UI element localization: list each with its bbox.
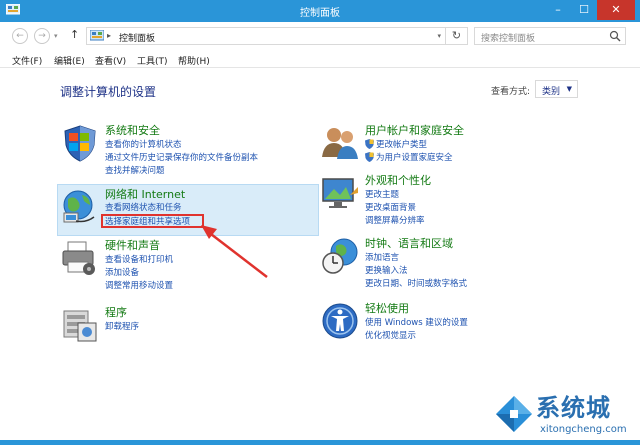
- close-button[interactable]: ✕: [597, 0, 635, 20]
- watermark-url: xitongcheng.com: [540, 424, 627, 435]
- recent-pages-dropdown[interactable]: ▾: [54, 32, 58, 40]
- category-ease-of-access: 轻松使用 使用 Windows 建议的设置 优化视觉显示: [320, 301, 580, 345]
- programs-icon: [63, 310, 97, 342]
- address-dropdown[interactable]: ▾: [437, 32, 441, 40]
- link-file-history-backup[interactable]: 通过文件历史记录保存你的文件备份副本: [105, 151, 258, 163]
- uac-shield-icon: [365, 152, 374, 162]
- refresh-button[interactable]: ↻: [446, 27, 468, 45]
- link-optimize-visual-display[interactable]: 优化视觉显示: [365, 329, 416, 341]
- category-clock-language-region: 时钟、语言和区域 添加语言 更换输入法 更改日期、时间或数字格式: [320, 236, 580, 292]
- category-heading-appearance[interactable]: 外观和个性化: [365, 172, 431, 188]
- page-title: 调整计算机的设置: [60, 85, 157, 99]
- category-heading-network-internet[interactable]: 网络和 Internet: [105, 186, 185, 202]
- printer-icon: [62, 241, 95, 275]
- minimize-button[interactable]: –: [545, 0, 571, 20]
- search-icon[interactable]: [609, 30, 621, 42]
- menu-bar: 文件(F) 编辑(E) 查看(V) 工具(T) 帮助(H): [0, 50, 640, 68]
- category-heading-ease-of-access[interactable]: 轻松使用: [365, 300, 409, 316]
- category-user-accounts: 用户帐户和家庭安全 更改帐户类型 为用户设置家庭安全: [320, 123, 580, 167]
- up-button[interactable]: ↑: [70, 28, 79, 41]
- category-system-security: 系统和安全 查看你的计算机状态 通过文件历史记录保存你的文件备份副本 查找并解决…: [60, 123, 310, 179]
- link-recommended-settings[interactable]: 使用 Windows 建议的设置: [365, 316, 468, 328]
- bottom-bar: [0, 440, 640, 445]
- link-add-device[interactable]: 添加设备: [105, 266, 139, 278]
- link-troubleshoot[interactable]: 查找并解决问题: [105, 164, 165, 176]
- breadcrumb-control-panel[interactable]: 控制面板: [119, 31, 155, 44]
- link-change-date-time-format[interactable]: 更改日期、时间或数字格式: [365, 277, 467, 289]
- link-view-computer-status[interactable]: 查看你的计算机状态: [105, 138, 182, 150]
- link-screen-resolution[interactable]: 调整屏幕分辨率: [365, 214, 425, 226]
- link-family-safety[interactable]: 为用户设置家庭安全: [376, 151, 453, 163]
- users-icon: [322, 128, 358, 159]
- breadcrumb-separator[interactable]: ▸: [107, 31, 111, 40]
- appearance-icon: [322, 178, 358, 208]
- category-heading-hardware-sound[interactable]: 硬件和声音: [105, 237, 160, 253]
- forward-button[interactable]: →: [34, 28, 50, 44]
- watermark-logo-icon: [496, 396, 532, 432]
- search-placeholder: 搜索控制面板: [481, 34, 536, 44]
- category-heading-clock-language-region[interactable]: 时钟、语言和区域: [365, 235, 453, 251]
- menu-edit[interactable]: 编辑(E): [54, 54, 85, 67]
- watermark: 系统城 xitongcheng.com: [490, 384, 640, 445]
- uac-shield-icon: [365, 139, 374, 149]
- link-view-network-status[interactable]: 查看网络状态和任务: [105, 201, 182, 213]
- window-title: 控制面板: [300, 8, 340, 19]
- link-uninstall-program[interactable]: 卸载程序: [105, 320, 139, 332]
- link-add-language[interactable]: 添加语言: [365, 251, 399, 263]
- link-change-background[interactable]: 更改桌面背景: [365, 201, 416, 213]
- annotation-red-box: [101, 214, 204, 228]
- menu-tools[interactable]: 工具(T): [137, 54, 168, 67]
- maximize-button[interactable]: ☐: [571, 0, 597, 20]
- view-by-label: 查看方式:: [491, 87, 531, 97]
- menu-file[interactable]: 文件(F): [12, 54, 42, 67]
- category-heading-programs[interactable]: 程序: [105, 304, 127, 320]
- link-mobility-settings[interactable]: 调整常用移动设置: [105, 279, 173, 291]
- link-devices-printers[interactable]: 查看设备和打印机: [105, 253, 173, 265]
- title-bar: 控制面板 – ☐ ✕: [0, 0, 640, 22]
- chevron-down-icon: ▼: [566, 85, 572, 93]
- link-change-input-method[interactable]: 更换输入法: [365, 264, 408, 276]
- search-input[interactable]: 搜索控制面板: [474, 27, 626, 45]
- menu-view[interactable]: 查看(V): [95, 54, 126, 67]
- link-change-theme[interactable]: 更改主题: [365, 188, 399, 200]
- clock-globe-icon: [322, 238, 358, 274]
- category-appearance: 外观和个性化 更改主题 更改桌面背景 调整屏幕分辨率: [320, 173, 580, 229]
- shield-flag-icon: [64, 125, 96, 162]
- control-panel-icon: [90, 30, 104, 41]
- view-by-dropdown[interactable]: 类别 ▼: [535, 80, 578, 98]
- category-heading-user-accounts[interactable]: 用户帐户和家庭安全: [365, 122, 464, 138]
- network-globe-icon: [63, 190, 95, 223]
- category-hardware-sound: 硬件和声音 查看设备和打印机 添加设备 调整常用移动设置: [60, 238, 310, 294]
- address-row: ← → ▾ ↑ ▸ 控制面板 ▾ ↻ 搜索控制面板: [0, 22, 640, 50]
- address-bar[interactable]: ▸ 控制面板 ▾: [86, 27, 446, 45]
- category-programs: 程序 卸载程序: [60, 305, 310, 349]
- category-heading-system-security[interactable]: 系统和安全: [105, 122, 160, 138]
- back-button[interactable]: ←: [12, 28, 28, 44]
- ease-of-access-icon: [322, 303, 358, 339]
- menu-help[interactable]: 帮助(H): [178, 54, 210, 67]
- watermark-text: 系统城: [536, 394, 611, 422]
- link-change-account-type[interactable]: 更改帐户类型: [376, 138, 427, 150]
- view-by-value: 类别: [542, 87, 561, 97]
